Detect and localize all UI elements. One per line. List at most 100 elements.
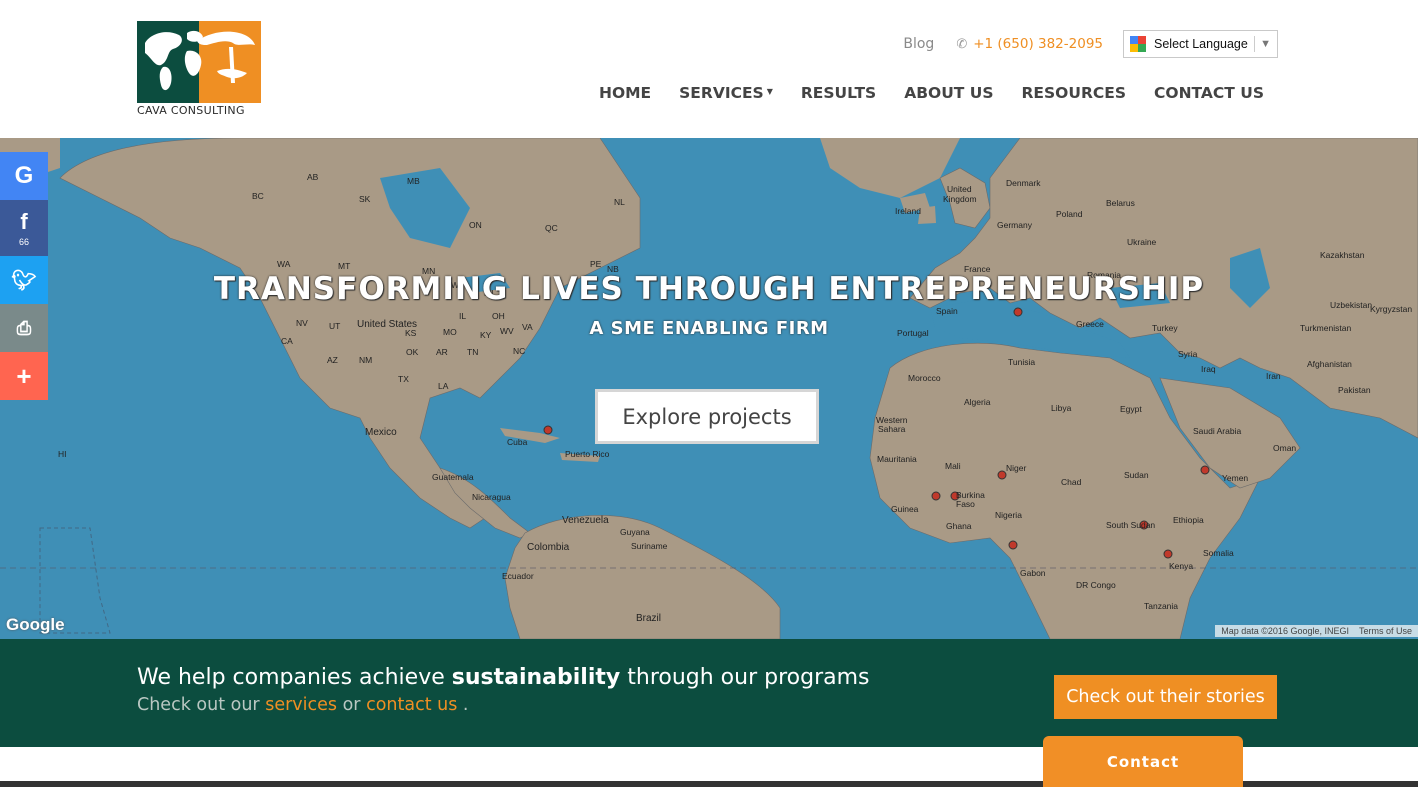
svg-text:PE: PE bbox=[590, 259, 602, 269]
page: CAVA CONSULTING Blog ✆ +1 (650) 382-2095… bbox=[0, 0, 1418, 787]
nav-home[interactable]: HOME bbox=[599, 84, 651, 102]
contact-tab-button[interactable]: Contact bbox=[1043, 736, 1243, 787]
facebook-share-button[interactable]: f 66 bbox=[0, 200, 48, 256]
svg-text:Ireland: Ireland bbox=[895, 206, 921, 216]
svg-text:Kazakhstan: Kazakhstan bbox=[1320, 250, 1365, 260]
svg-text:QC: QC bbox=[545, 223, 558, 233]
svg-text:Ethiopia: Ethiopia bbox=[1173, 515, 1204, 525]
svg-text:Libya: Libya bbox=[1051, 403, 1072, 413]
svg-text:Kingdom: Kingdom bbox=[943, 194, 977, 204]
site-logo[interactable]: CAVA CONSULTING bbox=[137, 21, 262, 117]
svg-text:AZ: AZ bbox=[327, 355, 338, 365]
google-share-button[interactable]: G bbox=[0, 152, 48, 200]
nav-services-label: SERVICES bbox=[679, 84, 764, 102]
google-translate-icon bbox=[1130, 36, 1146, 52]
svg-text:ON: ON bbox=[469, 220, 482, 230]
print-button[interactable]: ⎙ bbox=[0, 304, 48, 352]
language-select-label: Select Language bbox=[1154, 37, 1248, 51]
svg-text:Suriname: Suriname bbox=[631, 541, 668, 551]
nav-contact-us[interactable]: CONTACT US bbox=[1154, 84, 1264, 102]
svg-text:TN: TN bbox=[467, 347, 478, 357]
google-logo[interactable]: Google bbox=[6, 615, 65, 635]
banner-headline-emphasis: sustainability bbox=[451, 665, 621, 690]
language-select[interactable]: Select Language ▼ bbox=[1123, 30, 1278, 58]
svg-text:Guatemala: Guatemala bbox=[432, 472, 474, 482]
svg-text:Mauritania: Mauritania bbox=[877, 454, 917, 464]
facebook-share-count: 66 bbox=[18, 237, 29, 247]
svg-text:Spain: Spain bbox=[936, 306, 958, 316]
svg-text:Mexico: Mexico bbox=[365, 427, 397, 438]
svg-text:Saudi Arabia: Saudi Arabia bbox=[1193, 426, 1241, 436]
check-out-stories-button[interactable]: Check out their stories bbox=[1054, 675, 1277, 719]
svg-text:AB: AB bbox=[307, 172, 319, 182]
twitter-icon: 🐦︎ bbox=[11, 269, 37, 292]
svg-text:Niger: Niger bbox=[1006, 463, 1026, 473]
svg-text:Belarus: Belarus bbox=[1106, 198, 1135, 208]
banner-headline: We help companies achieve sustainability… bbox=[137, 665, 870, 690]
svg-text:Kenya: Kenya bbox=[1169, 561, 1193, 571]
blog-link[interactable]: Blog bbox=[903, 36, 934, 52]
nav-resources[interactable]: RESOURCES bbox=[1022, 84, 1127, 102]
map-attribution: Map data ©2016 Google, INEGI Terms of Us… bbox=[1215, 625, 1418, 637]
svg-text:United: United bbox=[947, 184, 972, 194]
svg-text:South Sudan: South Sudan bbox=[1106, 520, 1155, 530]
banner-subline: Check out our services or contact us . bbox=[137, 695, 469, 715]
nav-about-us[interactable]: ABOUT US bbox=[904, 84, 993, 102]
svg-text:Gabon: Gabon bbox=[1020, 568, 1046, 578]
explore-projects-button[interactable]: Explore projects bbox=[595, 389, 819, 444]
logo-wordmark: CAVA CONSULTING bbox=[137, 104, 245, 117]
svg-text:Iran: Iran bbox=[1266, 371, 1281, 381]
svg-text:NM: NM bbox=[359, 355, 372, 365]
svg-text:Germany: Germany bbox=[997, 220, 1033, 230]
social-share-bar: G f 66 🐦︎ ⎙ + bbox=[0, 152, 48, 400]
svg-text:LA: LA bbox=[438, 381, 449, 391]
svg-text:Nicaragua: Nicaragua bbox=[472, 492, 511, 502]
svg-text:Faso: Faso bbox=[956, 499, 975, 509]
svg-text:Chad: Chad bbox=[1061, 477, 1082, 487]
svg-text:Venezuela: Venezuela bbox=[562, 515, 609, 526]
terms-of-use-link[interactable]: Terms of Use bbox=[1359, 626, 1412, 636]
hero-subtitle: A SME ENABLING FIRM bbox=[589, 318, 829, 339]
svg-text:Iraq: Iraq bbox=[1201, 364, 1216, 374]
twitter-share-button[interactable]: 🐦︎ bbox=[0, 256, 48, 304]
svg-text:Poland: Poland bbox=[1056, 209, 1083, 219]
services-link[interactable]: services bbox=[265, 695, 337, 715]
phone-link[interactable]: ✆ +1 (650) 382-2095 bbox=[956, 36, 1103, 52]
svg-text:DR Congo: DR Congo bbox=[1076, 580, 1116, 590]
banner-subline-pre: Check out our bbox=[137, 695, 260, 715]
svg-text:Afghanistan: Afghanistan bbox=[1307, 359, 1352, 369]
more-share-button[interactable]: + bbox=[0, 352, 48, 400]
plus-icon: + bbox=[16, 360, 32, 391]
svg-text:NL: NL bbox=[614, 197, 625, 207]
svg-text:MB: MB bbox=[407, 176, 420, 186]
svg-text:Denmark: Denmark bbox=[1006, 178, 1041, 188]
svg-text:AR: AR bbox=[436, 347, 448, 357]
svg-text:Puerto Rico: Puerto Rico bbox=[565, 449, 610, 459]
svg-text:WA: WA bbox=[277, 259, 291, 269]
svg-text:Ecuador: Ecuador bbox=[502, 571, 534, 581]
hero-title: TRANSFORMING LIVES THROUGH ENTREPRENEURS… bbox=[213, 271, 1205, 307]
svg-text:HI: HI bbox=[58, 449, 67, 459]
svg-text:Colombia: Colombia bbox=[527, 542, 570, 553]
phone-icon: ✆ bbox=[956, 36, 968, 52]
sustainability-banner: We help companies achieve sustainability… bbox=[0, 639, 1418, 747]
svg-text:Sudan: Sudan bbox=[1124, 470, 1149, 480]
svg-text:Tanzania: Tanzania bbox=[1144, 601, 1178, 611]
facebook-icon: f bbox=[20, 209, 28, 234]
svg-text:Ghana: Ghana bbox=[946, 521, 972, 531]
svg-text:Guyana: Guyana bbox=[620, 527, 650, 537]
hero-map[interactable]: AB BC SK MB ON QC NL WA MT MN NB PE WI MI NV UT IL OH… bbox=[0, 138, 1418, 639]
site-header: CAVA CONSULTING Blog ✆ +1 (650) 382-2095… bbox=[0, 0, 1418, 138]
nav-services[interactable]: SERVICES ▼ bbox=[679, 84, 773, 102]
svg-text:Pakistan: Pakistan bbox=[1338, 385, 1371, 395]
banner-subline-post: . bbox=[462, 695, 469, 715]
svg-text:OK: OK bbox=[406, 347, 419, 357]
svg-text:Mali: Mali bbox=[945, 461, 961, 471]
nav-results[interactable]: RESULTS bbox=[801, 84, 876, 102]
svg-text:NC: NC bbox=[513, 346, 525, 356]
svg-text:Oman: Oman bbox=[1273, 443, 1296, 453]
svg-text:Tunisia: Tunisia bbox=[1008, 357, 1035, 367]
svg-text:Somalia: Somalia bbox=[1203, 548, 1234, 558]
svg-text:Nigeria: Nigeria bbox=[995, 510, 1022, 520]
contact-us-link[interactable]: contact us bbox=[366, 695, 457, 715]
